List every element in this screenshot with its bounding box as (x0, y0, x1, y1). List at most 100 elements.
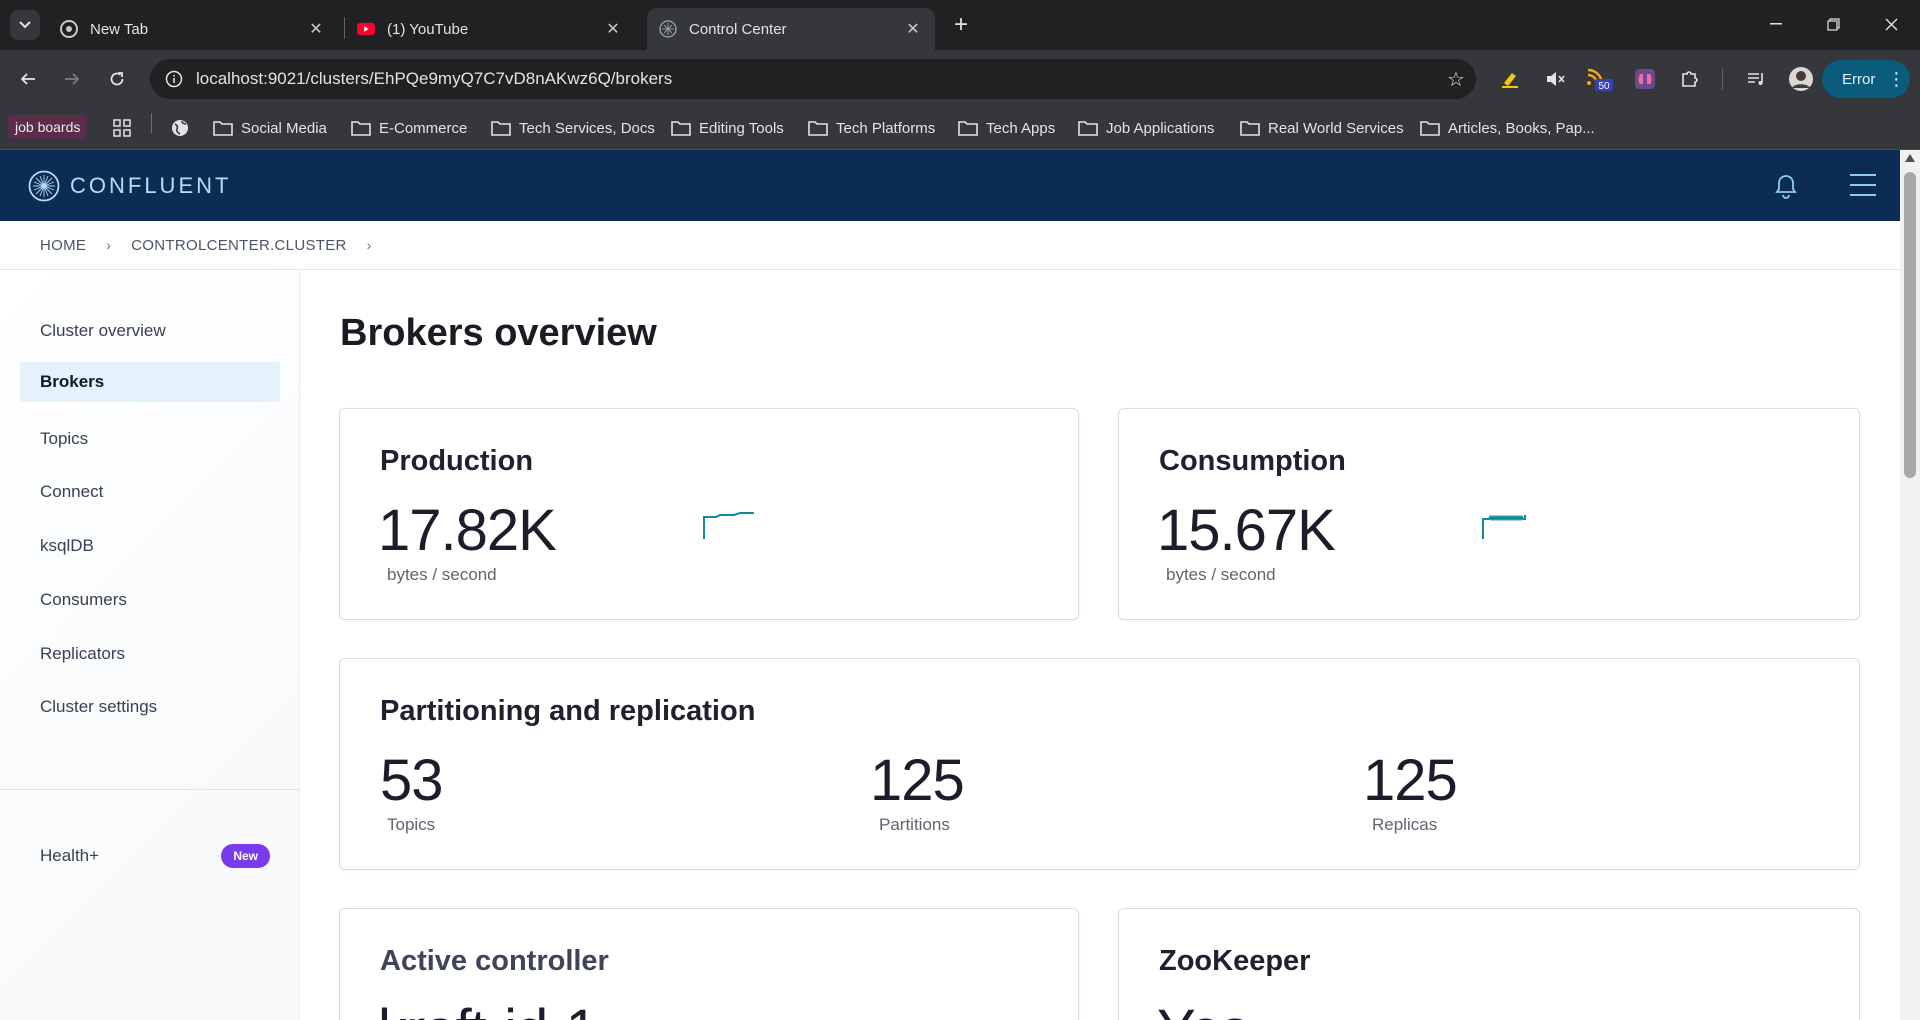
sidebar-item-health-plus[interactable]: Health+ New (40, 840, 270, 872)
bookmark-label: Job Applications (1106, 119, 1215, 137)
page-title: Brokers overview (340, 312, 657, 354)
confluent-logo-icon (28, 170, 60, 202)
hamburger-menu-icon[interactable] (1850, 172, 1876, 203)
zookeeper-card[interactable]: ZooKeeper Yes (1118, 908, 1860, 1020)
sidebar-item-topics[interactable]: Topics (20, 419, 280, 459)
extension-badge: 50 (1598, 81, 1610, 92)
minimize-icon (1770, 23, 1782, 25)
bookmarks-divider (151, 113, 152, 133)
production-unit: bytes / second (387, 565, 497, 584)
breadcrumb-cluster[interactable]: CONTROLCENTER.CLUSTER (131, 237, 347, 254)
sidebar: Cluster overview Brokers Topics Connect … (0, 270, 300, 1020)
partitioning-title: Partitioning and replication (380, 695, 756, 727)
sidebar-item-connect[interactable]: Connect (20, 472, 280, 512)
sidebar-item-cluster-overview[interactable]: Cluster overview (20, 311, 280, 351)
partitions-count: 125 (870, 748, 965, 813)
chrome-icon (60, 20, 78, 38)
sidebar-item-cluster-settings[interactable]: Cluster settings (20, 687, 280, 727)
more-vert-icon[interactable]: ⋮ (1887, 69, 1905, 90)
sidebar-divider (0, 789, 300, 790)
chevron-down-icon (19, 21, 31, 29)
active-controller-value: kraft-id-1 (378, 997, 598, 1020)
consumption-sparkline (1482, 514, 1526, 539)
youtube-icon (357, 20, 375, 38)
confluent-icon (659, 20, 677, 38)
bookmark-folder[interactable]: Editing Tools (671, 114, 784, 142)
bookmark-chip[interactable]: job boards (8, 115, 88, 139)
scroll-up-arrow-icon[interactable] (1905, 154, 1915, 162)
sidebar-item-ksqldb[interactable]: ksqlDB (20, 526, 280, 566)
bookmark-label: Articles, Books, Pap... (1448, 119, 1595, 137)
tab-control-center[interactable]: Control Center ✕ (647, 8, 935, 50)
forward-button[interactable] (56, 63, 88, 95)
folder-icon (671, 121, 691, 136)
restore-button[interactable] (1810, 8, 1856, 40)
bookmark-folder[interactable]: Tech Platforms (808, 114, 935, 142)
topics-label: Topics (387, 815, 436, 834)
arrow-left-icon (20, 73, 35, 85)
consumption-card[interactable]: Consumption 15.67K bytes / second (1118, 408, 1860, 620)
folder-icon (808, 121, 828, 136)
production-title: Production (380, 445, 534, 477)
close-icon (1885, 18, 1897, 30)
bookmark-label: Real World Services (1268, 119, 1404, 137)
close-tab-icon[interactable]: ✕ (603, 19, 623, 39)
site-info-icon[interactable] (154, 70, 194, 88)
rss-extension-icon[interactable]: 50 (1584, 64, 1614, 94)
bookmark-folder[interactable]: Job Applications (1078, 114, 1214, 142)
url-text[interactable]: localhost:9021/clusters/EhPQe9myQ7C7vD8n… (196, 69, 1436, 89)
partitions-label: Partitions (879, 815, 950, 834)
tab-title: New Tab (90, 20, 149, 38)
lungs-extension-icon[interactable] (1630, 64, 1660, 94)
breadcrumb-home[interactable]: HOME (40, 237, 86, 254)
highlighter-extension-icon[interactable] (1495, 64, 1525, 94)
partitioning-card[interactable]: Partitioning and replication 53 Topics 1… (339, 658, 1860, 870)
notifications-bell-icon[interactable] (1774, 173, 1798, 204)
bookmark-folder[interactable]: Articles, Books, Pap... (1420, 114, 1595, 142)
browser-toolbar: localhost:9021/clusters/EhPQe9myQ7C7vD8n… (0, 50, 1920, 108)
folder-icon (213, 121, 233, 136)
bookmark-folder[interactable]: Real World Services (1240, 114, 1404, 142)
sidebar-item-replicators[interactable]: Replicators (20, 634, 280, 674)
active-controller-title: Active controller (380, 945, 609, 977)
chevron-right-icon: › (106, 237, 112, 253)
reload-button[interactable] (101, 63, 133, 95)
health-plus-label: Health+ (40, 846, 100, 865)
zookeeper-value: Yes (1157, 997, 1250, 1020)
bookmark-star-icon[interactable]: ☆ (1436, 67, 1476, 92)
restore-icon (1826, 17, 1840, 31)
page-scrollbar[interactable] (1900, 150, 1920, 1020)
bookmark-folder[interactable]: Social Media (213, 114, 327, 142)
globe-icon[interactable] (171, 114, 189, 142)
sidebar-item-consumers[interactable]: Consumers (20, 580, 280, 620)
close-tab-icon[interactable]: ✕ (306, 19, 326, 39)
apps-grid-icon[interactable] (113, 114, 131, 142)
new-tab-button[interactable]: + (947, 11, 975, 39)
tab-new-tab[interactable]: New Tab ✕ (48, 8, 338, 50)
close-window-button[interactable] (1868, 8, 1914, 40)
profile-error-button[interactable]: Error ⋮ (1822, 60, 1910, 98)
close-tab-icon[interactable]: ✕ (903, 19, 923, 39)
tab-search-button[interactable] (10, 10, 40, 40)
toolbar-divider (1722, 68, 1723, 90)
browser-tabstrip: New Tab ✕ (1) YouTube ✕ Control Center ✕… (0, 0, 1920, 50)
scrollbar-thumb[interactable] (1904, 172, 1916, 478)
media-control-icon[interactable] (1741, 64, 1771, 94)
confluent-logo[interactable]: CONFLUENT (28, 170, 231, 202)
avatar[interactable] (1786, 64, 1816, 94)
extensions-puzzle-icon[interactable] (1675, 64, 1705, 94)
active-controller-card[interactable]: Active controller kraft-id-1 (339, 908, 1079, 1020)
bookmark-folder[interactable]: Tech Apps (958, 114, 1055, 142)
back-button[interactable] (12, 63, 44, 95)
chevron-right-icon: › (366, 237, 372, 253)
address-bar[interactable]: localhost:9021/clusters/EhPQe9myQ7C7vD8n… (150, 59, 1476, 99)
sidebar-item-brokers[interactable]: Brokers (20, 362, 280, 402)
bookmark-folder[interactable]: E-Commerce (351, 114, 467, 142)
folder-icon (1420, 121, 1440, 136)
tab-youtube[interactable]: (1) YouTube ✕ (345, 8, 635, 50)
mute-icon[interactable] (1540, 64, 1570, 94)
production-card[interactable]: Production 17.82K bytes / second (339, 408, 1079, 620)
minimize-button[interactable] (1753, 8, 1799, 40)
bookmark-label: Social Media (241, 119, 327, 137)
bookmark-folder[interactable]: Tech Services, Docs (491, 114, 655, 142)
